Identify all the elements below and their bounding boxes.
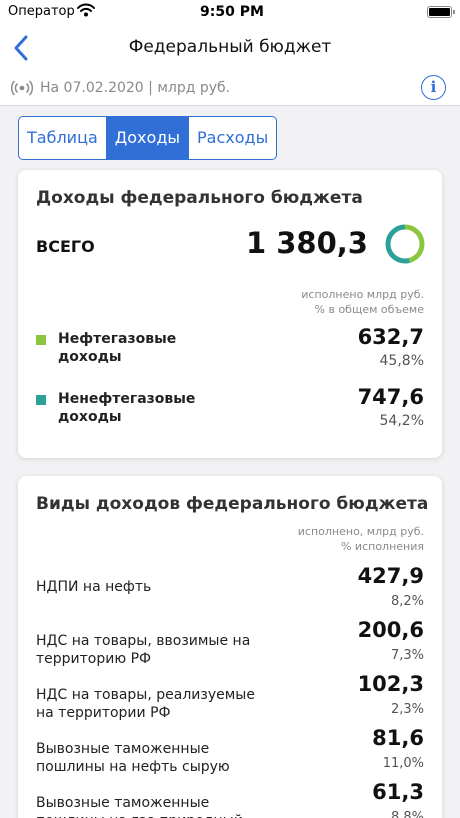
clock: 9:50 PM xyxy=(200,4,264,20)
battery-icon xyxy=(427,6,455,18)
revenue-item-name: Нефтегазовые доходы xyxy=(58,331,177,365)
tab-table[interactable]: Таблица xyxy=(19,117,107,159)
segmented-control: Таблица Доходы Расходы xyxy=(18,116,278,160)
revenue-type-value: 81,6 xyxy=(372,726,424,750)
revenue-type-value: 102,3 xyxy=(357,672,424,696)
revenue-item-value: 632,7 xyxy=(357,325,424,349)
revenue-types-card: Виды доходов федерального бюджета исполн… xyxy=(18,476,442,818)
oil-gas-legend-marker xyxy=(36,335,46,345)
wifi-icon xyxy=(77,3,95,17)
nav-bar: Федеральный бюджет xyxy=(0,26,460,70)
date-unit-label: На 07.02.2020 | млрд руб. xyxy=(40,80,231,96)
revenue-types-hint: исполнено, млрд руб. % исполнения xyxy=(298,524,424,554)
types-hint-line2: % исполнения xyxy=(340,540,424,553)
carrier-label: Оператор xyxy=(8,4,75,19)
revenue-item-percent: 54,2% xyxy=(379,413,424,429)
broadcast-icon xyxy=(10,80,34,96)
non-oil-gas-legend-marker xyxy=(36,395,46,405)
total-label: ВСЕГО xyxy=(36,237,95,256)
revenue-type-value: 427,9 xyxy=(357,564,424,588)
revenue-column-hint: исполнено млрд руб. % в общем объеме xyxy=(301,287,424,317)
revenue-donut-chart xyxy=(385,224,425,264)
revenue-type-name: НДС на товары, ввозимые на территорию РФ xyxy=(36,633,251,667)
info-bar: На 07.02.2020 | млрд руб. i xyxy=(0,70,460,106)
revenue-item-percent: 45,8% xyxy=(379,353,424,369)
revenue-type-name: НДС на товары, реализуемые на территории… xyxy=(36,687,255,721)
revenue-type-percent: 2,3% xyxy=(390,702,424,717)
tab-revenue[interactable]: Доходы xyxy=(106,117,190,159)
tab-expenses[interactable]: Расходы xyxy=(189,117,276,159)
status-bar: Оператор 9:50 PM xyxy=(0,0,460,26)
revenue-item-name: Ненефтегазовые доходы xyxy=(58,391,196,425)
revenue-type-percent: 7,3% xyxy=(390,648,424,663)
revenue-type-value: 61,3 xyxy=(372,780,424,804)
revenue-item-value: 747,6 xyxy=(357,385,424,409)
revenue-hint-line2: % в общем объеме xyxy=(314,303,424,316)
revenue-type-name: Вывозные таможенные пошлины на нефть сыр… xyxy=(36,741,230,775)
info-icon[interactable]: i xyxy=(421,75,446,100)
revenue-type-value: 200,6 xyxy=(357,618,424,642)
revenue-type-name: Вывозные таможенные пошлины на газ приро… xyxy=(36,795,243,818)
revenue-card-title: Доходы федерального бюджета xyxy=(36,188,363,208)
revenue-summary-card: Доходы федерального бюджета ВСЕГО 1 380,… xyxy=(18,170,442,458)
revenue-type-name: НДПИ на нефть xyxy=(36,579,152,595)
revenue-type-percent: 8,8% xyxy=(390,810,424,818)
types-hint-line1: исполнено, млрд руб. xyxy=(297,525,424,538)
revenue-type-percent: 11,0% xyxy=(382,756,424,771)
revenue-types-title: Виды доходов федерального бюджета xyxy=(36,494,429,514)
revenue-hint-line1: исполнено млрд руб. xyxy=(301,288,424,301)
total-value: 1 380,3 xyxy=(245,226,368,260)
page-title: Федеральный бюджет xyxy=(128,37,332,57)
revenue-type-percent: 8,2% xyxy=(390,594,424,609)
